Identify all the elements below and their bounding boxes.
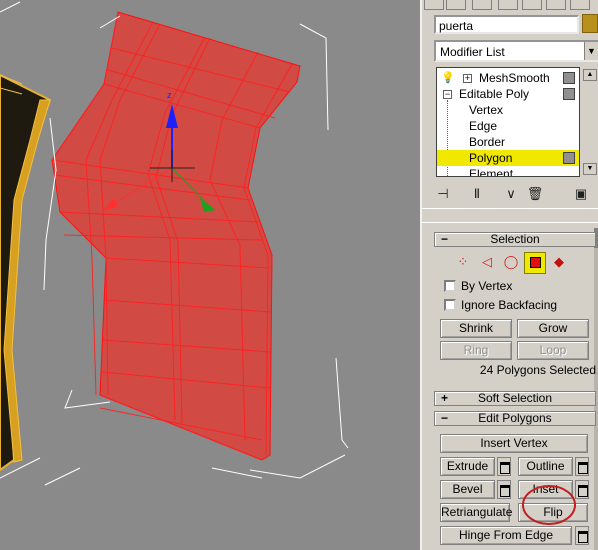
scroll-up-icon[interactable]: ▲ (583, 69, 597, 81)
loop-button[interactable]: Loop (517, 341, 589, 360)
modifier-toggle-icon[interactable] (563, 88, 575, 100)
stack-item-editable-poly[interactable]: − Editable Poly (437, 86, 579, 102)
stack-item-label: Vertex (469, 103, 504, 117)
configure-modifier-sets-icon[interactable]: ▣ (572, 185, 590, 203)
stack-item-polygon[interactable]: Polygon (437, 150, 579, 166)
modifier-toggle-icon[interactable] (563, 152, 575, 164)
modifier-stack: 💡 + MeshSmooth − Editable Poly Vertex Ed… (436, 67, 580, 177)
grow-button[interactable]: Grow (517, 319, 589, 338)
stack-item-label: Polygon (469, 151, 513, 165)
checkbox-icon[interactable] (444, 299, 456, 311)
stack-item-border[interactable]: Border (437, 134, 579, 150)
soft-selection-rollout-header[interactable]: + Soft Selection (434, 391, 596, 406)
selection-status: 24 Polygons Selected (479, 363, 596, 377)
stack-item-label: Editable Poly (459, 87, 530, 101)
modifier-list-dropdown[interactable]: Modifier List ▼ (434, 40, 598, 62)
polygon-icon[interactable] (524, 252, 546, 274)
ignore-backfacing-checkbox[interactable]: Ignore Backfacing (444, 298, 557, 314)
shrink-button[interactable]: Shrink (440, 319, 512, 338)
bevel-settings-icon[interactable] (497, 480, 511, 499)
stack-scrollbar[interactable]: ▲ ▼ (580, 67, 598, 177)
stack-item-meshsmooth[interactable]: 💡 + MeshSmooth (437, 70, 579, 86)
modifier-list-label: Modifier List (440, 45, 505, 59)
extrude-settings-icon[interactable] (497, 457, 511, 476)
rollout-title: Edit Polygons (478, 411, 552, 425)
selection-rollout-header[interactable]: − Selection (434, 232, 596, 247)
checkbox-label: By Vertex (461, 279, 513, 293)
checkbox-label: Ignore Backfacing (461, 298, 558, 312)
border-icon[interactable]: ◯ (500, 252, 522, 274)
bevel-button[interactable]: Bevel (440, 480, 495, 499)
tab-utilities[interactable] (546, 0, 566, 10)
element-icon[interactable]: ◆ (548, 252, 570, 274)
tab-modify[interactable] (446, 0, 466, 10)
by-vertex-checkbox[interactable]: By Vertex (444, 279, 512, 295)
adjacent-object[interactable] (0, 73, 52, 472)
remove-modifier-icon[interactable]: 🗑 (526, 185, 544, 203)
selected-door-mesh[interactable] (51, 11, 301, 461)
tab-hierarchy[interactable] (472, 0, 492, 10)
svg-text:x: x (86, 205, 90, 214)
collapse-icon[interactable]: − (443, 90, 452, 99)
insert-vertex-button[interactable]: Insert Vertex (440, 434, 588, 453)
show-end-result-icon[interactable]: Ⅱ (468, 185, 486, 203)
tab-motion[interactable] (498, 0, 518, 10)
vertex-icon[interactable]: ⁘ (452, 252, 474, 274)
divider (422, 222, 598, 223)
stack-item-label: Border (469, 135, 506, 149)
scroll-down-icon[interactable]: ▼ (583, 163, 597, 175)
panel-scroll-track[interactable] (594, 228, 598, 550)
hinge-from-edge-button[interactable]: Hinge From Edge (440, 526, 572, 545)
stack-item-label: MeshSmooth (479, 71, 550, 85)
perspective-viewport[interactable]: z x (0, 0, 420, 550)
stack-toolbar: ⊣ Ⅱ ∨ 🗑 ▣ (434, 183, 598, 205)
object-name-field[interactable]: puerta (434, 15, 579, 34)
expand-icon[interactable]: + (463, 74, 472, 83)
annotation-circle (522, 485, 576, 525)
svg-text:z: z (167, 90, 172, 100)
modifier-toggle-icon[interactable] (563, 72, 575, 84)
command-panel: puerta Modifier List ▼ 💡 + MeshSmooth − … (420, 0, 598, 550)
extrude-button[interactable]: Extrude (440, 457, 495, 476)
edit-polygons-rollout-header[interactable]: − Edit Polygons (434, 411, 596, 426)
tab-create[interactable] (424, 0, 444, 10)
stack-item-label: Edge (469, 119, 498, 133)
checkbox-icon[interactable] (444, 280, 456, 292)
make-unique-icon[interactable]: ∨ (502, 185, 520, 203)
object-color-swatch[interactable] (582, 14, 598, 33)
hinge-settings-icon[interactable] (575, 526, 589, 545)
outline-button[interactable]: Outline (518, 457, 573, 476)
ring-button[interactable]: Ring (440, 341, 512, 360)
chevron-down-icon[interactable]: ▼ (584, 42, 598, 60)
pin-stack-icon[interactable]: ⊣ (434, 185, 452, 203)
rollout-title: Selection (490, 232, 540, 246)
outline-settings-icon[interactable] (575, 457, 589, 476)
retriangulate-button[interactable]: Retriangulate (440, 503, 512, 522)
rollout-title: Soft Selection (477, 391, 553, 405)
panel-tabs (422, 0, 598, 11)
tab-display[interactable] (522, 0, 542, 10)
stack-item-edge[interactable]: Edge (437, 118, 579, 134)
lightbulb-icon[interactable]: 💡 (441, 70, 455, 86)
stack-item-label: Element (469, 167, 514, 177)
divider (422, 208, 598, 209)
tab-extra[interactable] (570, 0, 590, 10)
stack-item-vertex[interactable]: Vertex (437, 102, 579, 118)
stack-item-element[interactable]: Element (437, 166, 579, 177)
edge-icon[interactable]: ◁ (476, 252, 498, 274)
